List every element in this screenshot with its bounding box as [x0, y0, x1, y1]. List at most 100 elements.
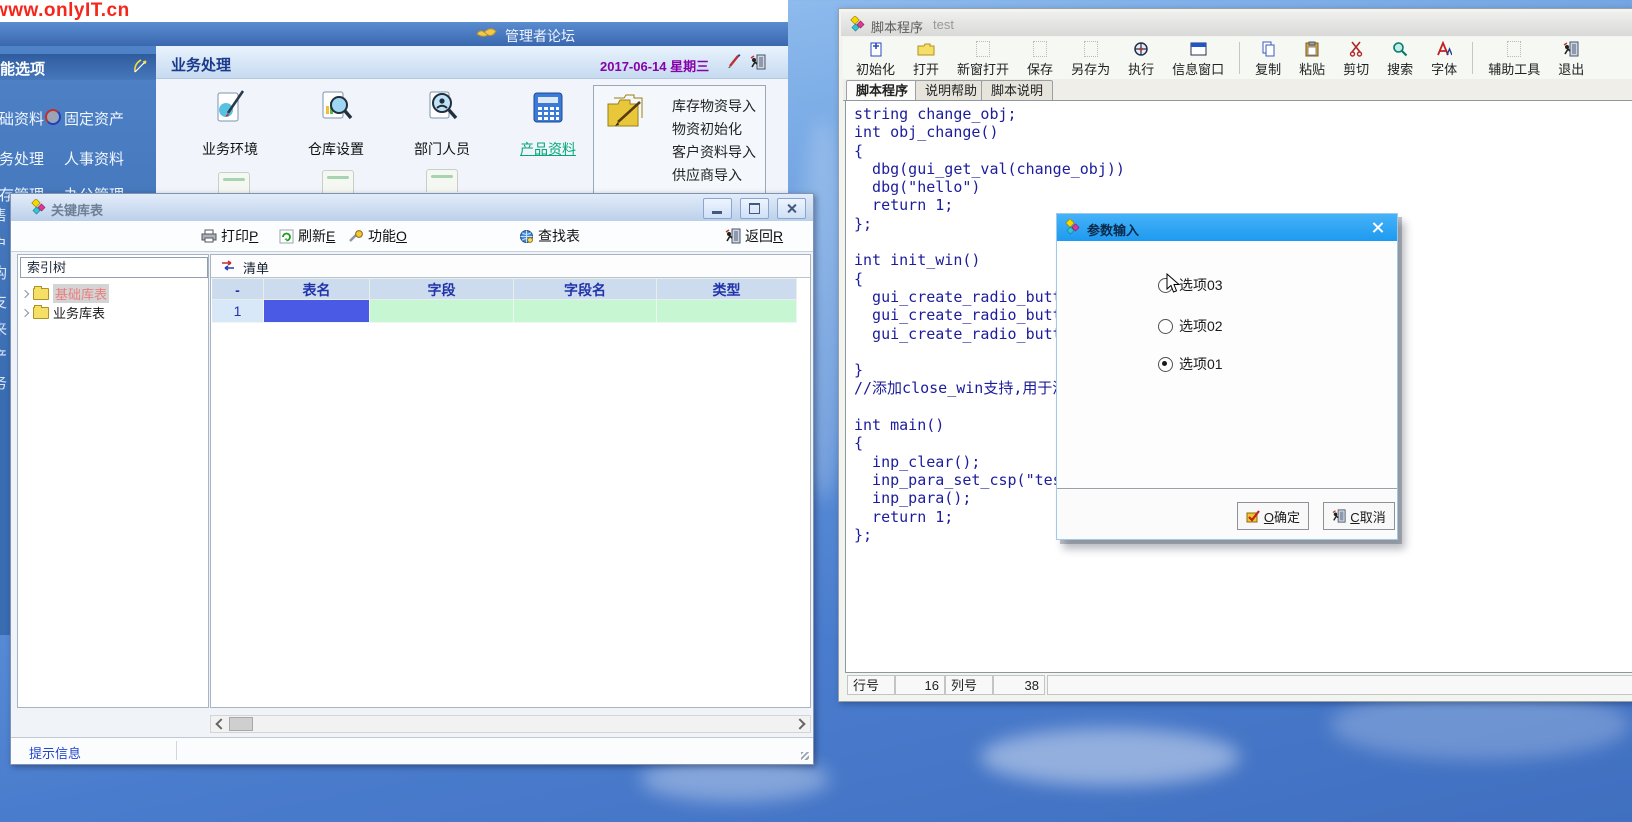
return-icon [725, 228, 741, 244]
fixed-asset-icon [45, 109, 61, 125]
column-header[interactable]: - [212, 278, 264, 300]
app-label: 产品资料 [502, 139, 594, 159]
dialog-title: 参数输入 [1087, 220, 1139, 239]
bow-arrow-icon [132, 57, 150, 75]
radio-icon[interactable] [1158, 357, 1173, 372]
content-header: 业务处理 2017-06-14 星期三 [156, 46, 788, 79]
toolbar: 打印P 刷新E 功能O [11, 221, 813, 252]
maximize-button[interactable] [740, 198, 769, 219]
radio-option-02[interactable]: 选项02 [1158, 316, 1223, 336]
tab-script[interactable]: 脚本程序 [846, 80, 918, 102]
sidebar-item-fixed-assets[interactable]: 固定资产 [64, 108, 124, 129]
index-tree-pane: 索引树 基础库表 业务库表 [17, 254, 209, 708]
tab-bar: 脚本程序 说明帮助 脚本说明 [843, 79, 1632, 101]
column-header[interactable]: 字段名 [514, 278, 657, 300]
paste-icon [1305, 40, 1319, 58]
sidebar-edge-item[interactable]: 来 [0, 318, 7, 339]
printer-icon [201, 229, 217, 243]
scrollbar-thumb[interactable] [229, 717, 253, 731]
link-inventory-import[interactable]: 库存物资导入 [672, 96, 756, 116]
sidebar-item-business[interactable]: 业务处理 [0, 148, 44, 169]
save-button[interactable]: 保存 [1027, 40, 1053, 78]
open-button[interactable]: 打开 [913, 40, 939, 78]
aux-tools-button[interactable]: 辅助工具 [1488, 40, 1540, 78]
forum-banner[interactable]: 管理者论坛 [0, 22, 788, 47]
selected-cell[interactable] [264, 300, 370, 323]
return-button[interactable]: 返回R [725, 226, 783, 246]
radio-icon[interactable] [1158, 319, 1173, 334]
business-env-icon [210, 88, 250, 128]
pen-icon[interactable] [725, 54, 741, 70]
window-titlebar[interactable]: 脚本程序 test [841, 12, 1632, 36]
info-window-button[interactable]: 信息窗口 [1172, 40, 1224, 78]
link-supplier-import[interactable]: 供应商导入 [672, 165, 742, 185]
table-cell[interactable] [657, 300, 797, 323]
expander-icon[interactable] [21, 289, 29, 297]
column-number-label: 列号 [945, 675, 993, 695]
column-header[interactable]: 类型 [657, 278, 797, 300]
link-material-init[interactable]: 物资初始化 [672, 119, 742, 139]
section-title: 业务处理 [171, 54, 231, 75]
app-warehouse-setup[interactable]: 仓库设置 [290, 88, 382, 159]
sidebar-edge-item[interactable]: 产 [0, 345, 7, 366]
init-button[interactable]: 初始化 [856, 40, 895, 78]
scroll-right-icon[interactable] [794, 718, 805, 729]
exit-door-icon [1563, 40, 1579, 58]
column-header[interactable]: 表名 [264, 278, 370, 300]
dialog-close-button[interactable] [1370, 219, 1387, 236]
scroll-left-icon[interactable] [215, 718, 226, 729]
minimize-button[interactable] [703, 198, 732, 219]
list-header-bar: 清单 [211, 255, 810, 278]
sidebar-edge-item[interactable]: 构 [0, 262, 7, 283]
cancel-button[interactable]: C取消 [1323, 502, 1395, 530]
tree-item-business-tables[interactable]: 业务库表 [22, 304, 105, 321]
refresh-button[interactable]: 刷新E [279, 226, 335, 246]
functions-button[interactable]: 功能O [349, 226, 407, 246]
window-title: 脚本程序 [871, 17, 923, 36]
expander-icon[interactable] [21, 308, 29, 316]
mouse-cursor [1166, 273, 1181, 294]
dialog-titlebar[interactable]: 参数输入 [1057, 214, 1397, 241]
sidebar-item-basic-data[interactable]: 基础资料 [0, 108, 44, 129]
cancel-door-icon [1332, 509, 1346, 523]
find-table-button[interactable]: 查找表 [519, 226, 580, 246]
print-button[interactable]: 打印P [201, 226, 258, 246]
exit-icon[interactable] [750, 54, 766, 70]
font-button[interactable]: 字体 [1431, 40, 1457, 78]
row-index-cell[interactable]: 1 [212, 300, 264, 323]
search-button[interactable]: 搜索 [1387, 40, 1413, 78]
save-as-button[interactable]: 另存为 [1071, 40, 1110, 78]
paste-button[interactable]: 粘贴 [1299, 40, 1325, 78]
list-arrows-icon [221, 260, 235, 271]
app-department-staff[interactable]: 部门人员 [396, 88, 488, 159]
ok-button[interactable]: O确定 [1237, 502, 1309, 530]
app-business-env[interactable]: 业务环境 [184, 88, 276, 159]
column-header[interactable]: 字段 [370, 278, 514, 300]
quit-button[interactable]: 退出 [1558, 40, 1584, 78]
table-cell[interactable] [370, 300, 514, 323]
app-label: 部门人员 [396, 139, 488, 159]
close-button[interactable] [777, 198, 806, 219]
execute-button[interactable]: 执行 [1128, 40, 1154, 78]
tab-description[interactable]: 脚本说明 [981, 80, 1053, 100]
cut-button[interactable]: 剪切 [1343, 40, 1369, 78]
tab-help[interactable]: 说明帮助 [915, 80, 987, 100]
sidebar-edge-item[interactable]: 支 [0, 291, 7, 312]
sidebar-item-hr[interactable]: 人事资料 [64, 148, 124, 169]
window-icon [31, 199, 47, 215]
copy-button[interactable]: 复制 [1255, 40, 1281, 78]
radio-option-01[interactable]: 选项01 [1158, 354, 1223, 374]
table-cell[interactable] [514, 300, 657, 323]
sidebar-edge-item[interactable]: 务 [0, 372, 7, 393]
sidebar-edge-item[interactable]: 售 [0, 204, 7, 225]
list-pane: 清单 - 表名 字段 字段名 类型 1 [210, 254, 811, 708]
tree-item-base-tables[interactable]: 基础库表 [22, 285, 109, 302]
open-new-window-button[interactable]: 新窗打开 [957, 40, 1009, 78]
window-titlebar[interactable]: 关键库表 [11, 194, 813, 222]
app-product-data[interactable]: 产品资料 [502, 88, 594, 159]
resize-grip[interactable] [801, 752, 809, 760]
disabled-icon [976, 40, 990, 58]
sidebar-edge-item[interactable]: 户 [0, 233, 7, 254]
horizontal-scrollbar[interactable] [210, 715, 811, 733]
link-customer-import[interactable]: 客户资料导入 [672, 142, 756, 162]
